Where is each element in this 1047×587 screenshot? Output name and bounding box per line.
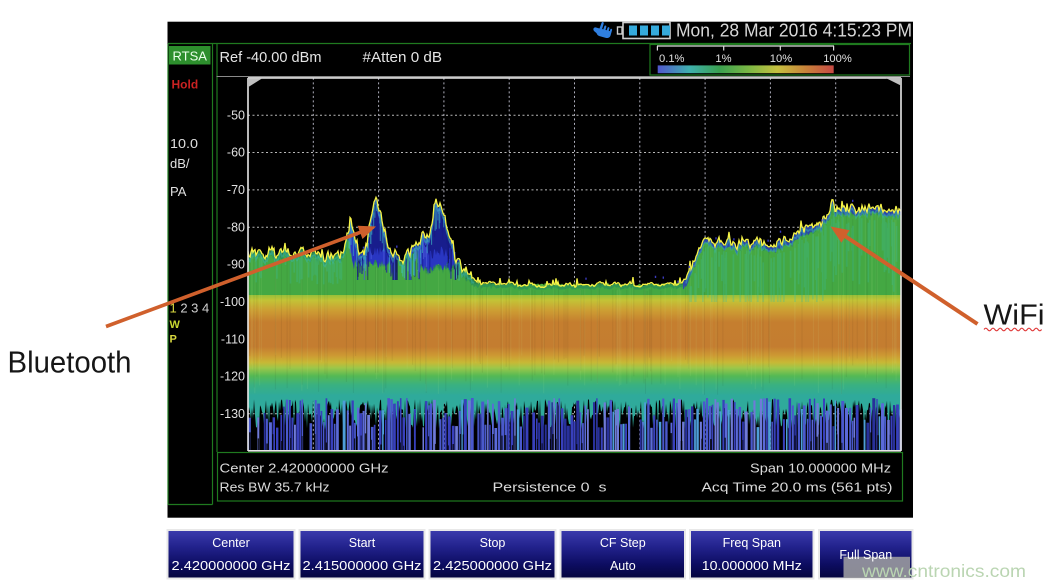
svg-text:Stop: Stop (480, 536, 506, 550)
svg-text:Span 10.000000 MHz: Span 10.000000 MHz (750, 461, 891, 476)
svg-text:RTSA: RTSA (172, 49, 207, 64)
svg-text:-80: -80 (227, 220, 245, 234)
svg-text:P: P (170, 334, 177, 346)
svg-text:Res BW 35.7 kHz: Res BW 35.7 kHz (220, 480, 330, 495)
svg-text:Bluetooth: Bluetooth (8, 345, 132, 380)
svg-text:-100: -100 (220, 295, 245, 309)
svg-text:dB/: dB/ (170, 156, 190, 171)
svg-text:Hold: Hold (172, 78, 199, 92)
svg-text:-60: -60 (227, 146, 245, 160)
svg-text:-50: -50 (227, 108, 245, 122)
svg-text:10.000000 MHz: 10.000000 MHz (702, 559, 802, 573)
svg-text:W: W (170, 319, 181, 331)
svg-text:1%: 1% (715, 53, 731, 65)
svg-text:Start: Start (349, 536, 376, 550)
svg-text:100%: 100% (823, 53, 852, 65)
svg-text:10%: 10% (770, 53, 792, 65)
svg-text:PA: PA (170, 184, 187, 199)
svg-text:Full Span: Full Span (839, 548, 892, 562)
svg-text:-90: -90 (227, 258, 245, 272)
svg-text:WiFi: WiFi (984, 300, 1045, 332)
svg-text:-110: -110 (221, 332, 245, 346)
svg-text:-130: -130 (220, 407, 245, 421)
svg-text:Freq Span: Freq Span (723, 536, 781, 550)
svg-text:-70: -70 (227, 183, 245, 197)
svg-text:10.0: 10.0 (170, 136, 198, 151)
svg-text:Acq Time 20.0 ms (561 pts): Acq Time 20.0 ms (561 pts) (702, 480, 893, 495)
svg-text:Ref -40.00 dBm: Ref -40.00 dBm (220, 49, 322, 66)
svg-text:Center: Center (212, 536, 250, 550)
svg-text:Auto: Auto (610, 559, 636, 573)
svg-text:Center 2.420000000 GHz: Center 2.420000000 GHz (220, 461, 389, 476)
svg-text:Persistence 0 s: Persistence 0 s (493, 480, 608, 495)
svg-text:0.1%: 0.1% (659, 53, 685, 65)
svg-text:#Atten 0 dB: #Atten 0 dB (363, 49, 443, 66)
svg-text:2.415000000 GHz: 2.415000000 GHz (303, 559, 422, 573)
svg-text:2.420000000 GHz: 2.420000000 GHz (172, 559, 291, 573)
svg-text:2.425000000 GHz: 2.425000000 GHz (433, 559, 552, 573)
svg-text:-120: -120 (220, 370, 245, 384)
svg-text:Mon, 28 Mar 2016 4:15:23 PM: Mon, 28 Mar 2016 4:15:23 PM (676, 21, 912, 41)
svg-text:CF Step: CF Step (600, 536, 646, 550)
svg-text:www.cntronics.com: www.cntronics.com (861, 561, 1026, 581)
